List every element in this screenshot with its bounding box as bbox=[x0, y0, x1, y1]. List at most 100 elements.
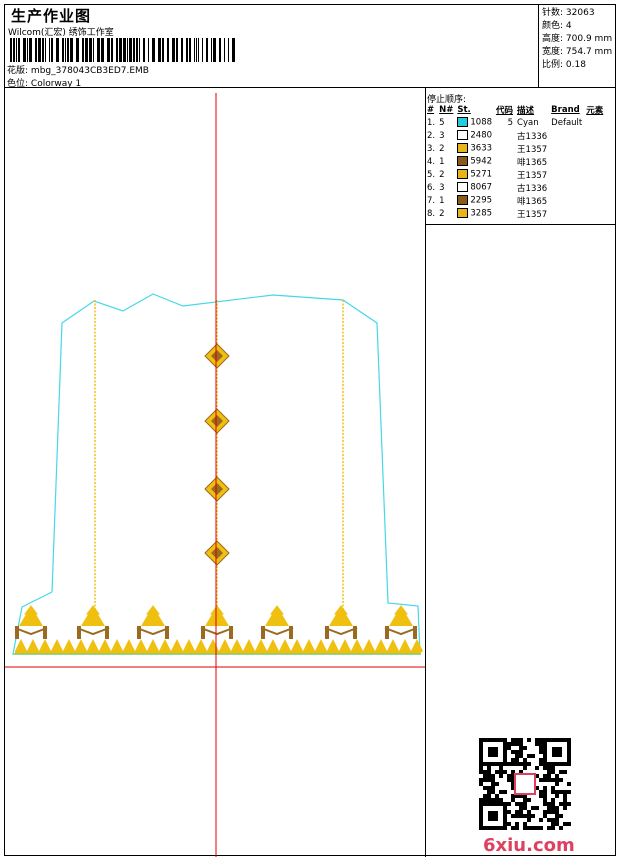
row-desc: 王1357 bbox=[517, 209, 548, 220]
row-code bbox=[494, 181, 515, 194]
stat-height: 高度: 700.9 mm bbox=[542, 34, 613, 44]
row-needle: 3 bbox=[439, 182, 445, 193]
row-code bbox=[494, 207, 515, 220]
row-needle: 5 bbox=[439, 117, 445, 128]
col-brand: Brand bbox=[551, 105, 580, 115]
col-element: 元素 bbox=[586, 106, 604, 116]
row-index: 8. bbox=[427, 208, 436, 219]
row-desc: 古1336 bbox=[517, 183, 548, 194]
page-title: 生产作业图 bbox=[11, 7, 92, 25]
production-sheet: 生产作业图 Wilcom(汇宏) 绣饰工作室 花版: mbg_378043CB3… bbox=[4, 4, 616, 857]
color-swatch bbox=[457, 182, 469, 193]
row-stitches: 2480 bbox=[455, 129, 494, 142]
sequence-row: 1. 5 1088 5 Cyan Default bbox=[425, 116, 605, 129]
pagoda-pillar bbox=[325, 626, 329, 639]
row-desc: 啡1365 bbox=[517, 196, 548, 207]
row-index: 1. bbox=[427, 117, 436, 128]
col-desc: 描述 bbox=[517, 106, 535, 116]
row-desc: 古1336 bbox=[517, 131, 548, 142]
col-stitches: St. bbox=[457, 105, 471, 115]
row-element bbox=[584, 168, 605, 181]
row-index: 2. bbox=[427, 130, 436, 141]
sequence-row: 2. 3 2480 古1336 bbox=[425, 129, 605, 142]
row-brand bbox=[549, 168, 584, 181]
pagoda-pillar bbox=[201, 626, 205, 639]
row-needle: 2 bbox=[439, 143, 445, 154]
row-needle: 3 bbox=[439, 130, 445, 141]
row-brand bbox=[549, 155, 584, 168]
barcode bbox=[10, 38, 235, 62]
watermark-logo: 6xiu.com bbox=[483, 835, 575, 856]
studio-name: Wilcom(汇宏) 绣饰工作室 bbox=[8, 28, 114, 38]
stat-scale: 比例: 0.18 bbox=[542, 60, 586, 70]
row-code: 5 bbox=[507, 117, 514, 128]
design-file: mbg_378043CB3ED7.EMB bbox=[30, 66, 149, 76]
row-stitches: 1088 bbox=[455, 116, 494, 129]
pagoda-pillar bbox=[385, 626, 389, 639]
pagoda-pillar bbox=[15, 626, 19, 639]
pagoda-pillar bbox=[353, 626, 357, 639]
row-desc: 王1357 bbox=[517, 144, 548, 155]
embroidery-design bbox=[5, 93, 425, 857]
stat-width: 宽度: 754.7 mm bbox=[542, 47, 613, 57]
row-stitches: 5942 bbox=[455, 155, 494, 168]
sequence-header-row: # N# St. 代码 描述 Brand 元素 bbox=[425, 104, 605, 116]
pagoda-pillar bbox=[43, 626, 47, 639]
pagoda-pillar bbox=[261, 626, 265, 639]
stat-stitches: 针数: 32063 bbox=[542, 8, 595, 18]
pagoda-pillar bbox=[77, 626, 81, 639]
row-element bbox=[584, 155, 605, 168]
color-swatch bbox=[457, 169, 469, 180]
color-swatch bbox=[457, 195, 469, 206]
row-element bbox=[584, 194, 605, 207]
design-stats: 针数: 32063 颜色: 4 高度: 700.9 mm 宽度: 754.7 m… bbox=[542, 7, 612, 72]
qr-code bbox=[479, 738, 571, 830]
color-swatch bbox=[457, 130, 469, 141]
row-desc: Cyan bbox=[517, 117, 539, 128]
col-code: 代码 bbox=[496, 106, 514, 116]
zigzag-band bbox=[15, 639, 423, 654]
color-swatch bbox=[457, 143, 469, 154]
row-code bbox=[494, 168, 515, 181]
col-needle: N# bbox=[439, 105, 454, 115]
pagoda-pillar bbox=[289, 626, 293, 639]
row-stitches: 2295 bbox=[455, 194, 494, 207]
row-element bbox=[584, 181, 605, 194]
row-index: 4. bbox=[427, 156, 436, 167]
sequence-row: 7. 1 2295 啡1365 bbox=[425, 194, 605, 207]
sequence-row: 6. 3 8067 古1336 bbox=[425, 181, 605, 194]
pagoda-pillar bbox=[229, 626, 233, 639]
pagoda-pillar bbox=[165, 626, 169, 639]
row-brand bbox=[549, 142, 584, 155]
sequence-divider bbox=[425, 224, 615, 225]
row-index: 5. bbox=[427, 169, 436, 180]
row-code bbox=[494, 194, 515, 207]
sequence-row: 8. 2 3285 王1357 bbox=[425, 207, 605, 220]
col-hash: # bbox=[427, 105, 435, 115]
row-brand: Default bbox=[551, 117, 583, 128]
color-sequence-table: # N# St. 代码 描述 Brand 元素 1. 5 1088 5 Cyan Defa… bbox=[425, 104, 605, 220]
row-stitches: 5271 bbox=[455, 168, 494, 181]
color-swatch bbox=[457, 117, 469, 128]
row-brand bbox=[549, 194, 584, 207]
row-needle: 2 bbox=[439, 169, 445, 180]
row-desc: 王1357 bbox=[517, 170, 548, 181]
design-file-row: 花版: mbg_378043CB3ED7.EMB bbox=[7, 63, 149, 76]
pagoda-pillar bbox=[413, 626, 417, 639]
row-index: 7. bbox=[427, 195, 436, 206]
design-label: 花版: bbox=[7, 66, 29, 76]
row-element bbox=[584, 207, 605, 220]
stats-divider bbox=[538, 5, 539, 87]
row-needle: 2 bbox=[439, 208, 445, 219]
row-code bbox=[494, 155, 515, 168]
sequence-row: 5. 2 5271 王1357 bbox=[425, 168, 605, 181]
row-element bbox=[584, 116, 605, 129]
row-brand bbox=[549, 181, 584, 194]
row-stitches: 8067 bbox=[455, 181, 494, 194]
pagoda-pillar bbox=[105, 626, 109, 639]
pagoda-pillar bbox=[137, 626, 141, 639]
row-code bbox=[494, 129, 515, 142]
row-needle: 1 bbox=[439, 156, 445, 167]
row-stitches: 3285 bbox=[455, 207, 494, 220]
row-index: 6. bbox=[427, 182, 436, 193]
